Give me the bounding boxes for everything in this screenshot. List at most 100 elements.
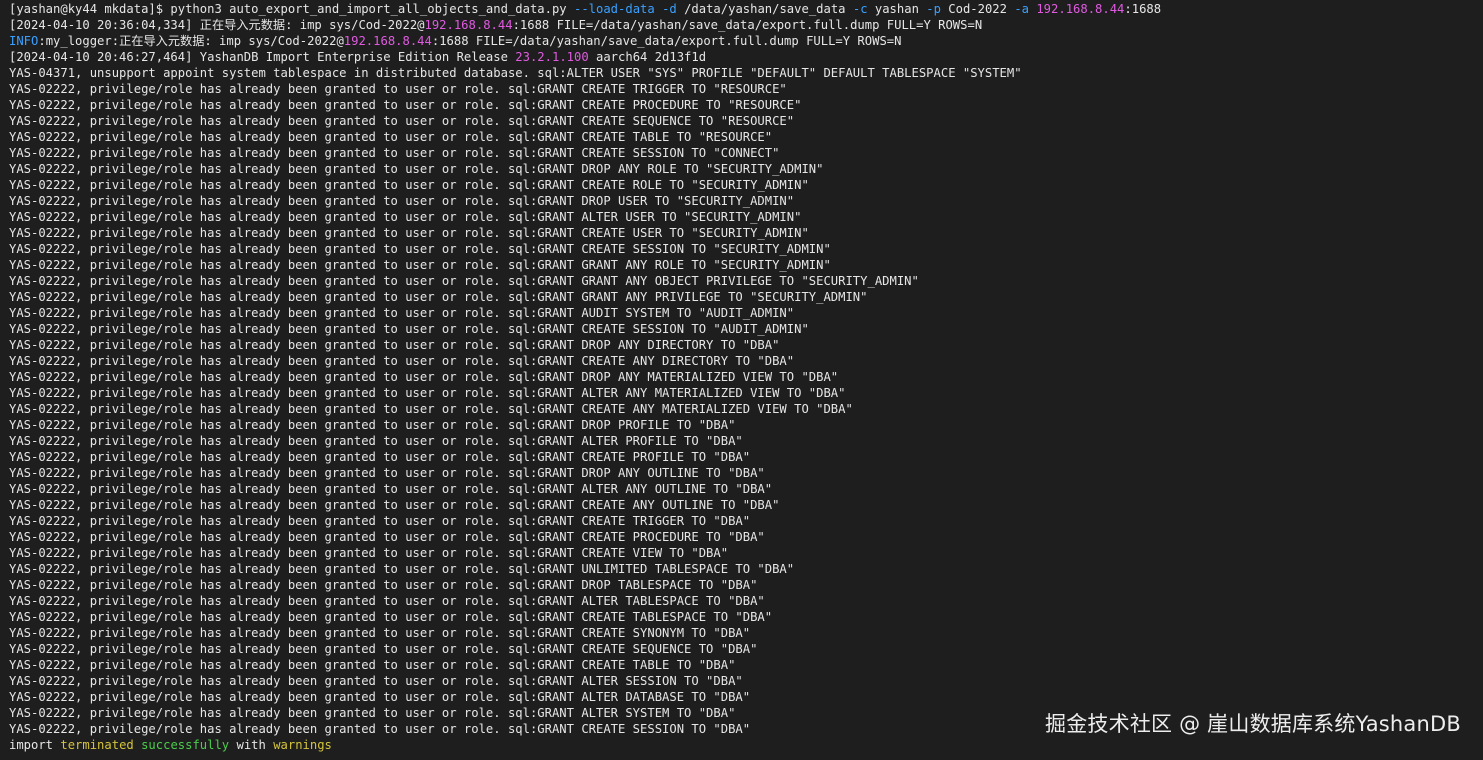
terminal-text: YAS-02222, privilege/role has already be… bbox=[9, 610, 773, 624]
terminal-line: INFO:my_logger:正在导入元数据: imp sys/Cod-2022… bbox=[9, 33, 1483, 49]
terminal-line: YAS-02222, privilege/role has already be… bbox=[9, 97, 1483, 113]
terminal-line: YAS-02222, privilege/role has already be… bbox=[9, 257, 1483, 273]
terminal-text: YAS-02222, privilege/role has already be… bbox=[9, 194, 795, 208]
terminal-text: YAS-02222, privilege/role has already be… bbox=[9, 338, 780, 352]
terminal-line: YAS-02222, privilege/role has already be… bbox=[9, 193, 1483, 209]
terminal-text: Cod-2022 bbox=[940, 2, 1015, 16]
terminal-line: [2024-04-10 20:46:27,464] YashanDB Impor… bbox=[9, 49, 1483, 65]
terminal-line: YAS-02222, privilege/role has already be… bbox=[9, 449, 1483, 465]
terminal-text: YAS-02222, privilege/role has already be… bbox=[9, 162, 824, 176]
terminal-text: YAS-02222, privilege/role has already be… bbox=[9, 306, 795, 320]
terminal-line: YAS-04371, unsupport appoint system tabl… bbox=[9, 65, 1483, 81]
terminal-text-option: -p bbox=[926, 2, 941, 16]
terminal-text: YAS-02222, privilege/role has already be… bbox=[9, 242, 831, 256]
watermark-label: 掘金技术社区 @ 崖山数据库系统YashanDB bbox=[1045, 712, 1461, 736]
terminal-text: YAS-02222, privilege/role has already be… bbox=[9, 626, 751, 640]
terminal-line: YAS-02222, privilege/role has already be… bbox=[9, 497, 1483, 513]
terminal-text: YAS-02222, privilege/role has already be… bbox=[9, 146, 780, 160]
terminal-text: YAS-02222, privilege/role has already be… bbox=[9, 226, 809, 240]
terminal-text: YAS-02222, privilege/role has already be… bbox=[9, 402, 853, 416]
terminal-text: YAS-02222, privilege/role has already be… bbox=[9, 354, 795, 368]
terminal-text: YAS-02222, privilege/role has already be… bbox=[9, 290, 868, 304]
terminal-text: YAS-02222, privilege/role has already be… bbox=[9, 722, 751, 736]
terminal-text: YAS-02222, privilege/role has already be… bbox=[9, 418, 736, 432]
terminal-text: [2024-04-10 20:46:27,464] YashanDB Impor… bbox=[9, 50, 516, 64]
terminal-text: YAS-02222, privilege/role has already be… bbox=[9, 386, 846, 400]
terminal-line: import terminated successfully with warn… bbox=[9, 737, 1483, 753]
terminal-line: YAS-02222, privilege/role has already be… bbox=[9, 625, 1483, 641]
terminal-text: YAS-02222, privilege/role has already be… bbox=[9, 178, 809, 192]
terminal-text: :my_logger:正在导入元数据: imp sys/Cod-2022@ bbox=[38, 34, 344, 48]
terminal-text: YAS-02222, privilege/role has already be… bbox=[9, 98, 802, 112]
terminal-line: YAS-02222, privilege/role has already be… bbox=[9, 401, 1483, 417]
terminal-text: YAS-02222, privilege/role has already be… bbox=[9, 546, 729, 560]
terminal-text: YAS-02222, privilege/role has already be… bbox=[9, 514, 751, 528]
terminal-text: :1688 FILE=/data/yashan/save_data/export… bbox=[512, 18, 983, 32]
terminal-text-success-green: successfully bbox=[141, 738, 230, 752]
terminal-line: YAS-02222, privilege/role has already be… bbox=[9, 673, 1483, 689]
terminal-line: [2024-04-10 20:36:04,334] 正在导入元数据: imp s… bbox=[9, 17, 1483, 33]
terminal-line: YAS-02222, privilege/role has already be… bbox=[9, 529, 1483, 545]
terminal-text: YAS-02222, privilege/role has already be… bbox=[9, 578, 758, 592]
terminal-line: YAS-02222, privilege/role has already be… bbox=[9, 129, 1483, 145]
terminal-text: YAS-02222, privilege/role has already be… bbox=[9, 434, 743, 448]
terminal-text-version: 23.2.1.100 bbox=[515, 50, 589, 64]
terminal-line: YAS-02222, privilege/role has already be… bbox=[9, 465, 1483, 481]
terminal-text: /data/yashan/save_data bbox=[676, 2, 853, 16]
terminal-text: :1688 FILE=/data/yashan/save_data/export… bbox=[431, 34, 902, 48]
terminal-line: YAS-02222, privilege/role has already be… bbox=[9, 561, 1483, 577]
terminal-line: YAS-02222, privilege/role has already be… bbox=[9, 113, 1483, 129]
terminal-text: YAS-02222, privilege/role has already be… bbox=[9, 690, 751, 704]
terminal-line: YAS-02222, privilege/role has already be… bbox=[9, 337, 1483, 353]
terminal-line: YAS-02222, privilege/role has already be… bbox=[9, 577, 1483, 593]
terminal-line: YAS-02222, privilege/role has already be… bbox=[9, 481, 1483, 497]
terminal-line: YAS-02222, privilege/role has already be… bbox=[9, 657, 1483, 673]
terminal-text: YAS-02222, privilege/role has already be… bbox=[9, 530, 765, 544]
terminal-line: YAS-02222, privilege/role has already be… bbox=[9, 417, 1483, 433]
terminal-line: YAS-02222, privilege/role has already be… bbox=[9, 609, 1483, 625]
terminal-line: YAS-02222, privilege/role has already be… bbox=[9, 81, 1483, 97]
terminal-line: YAS-02222, privilege/role has already be… bbox=[9, 145, 1483, 161]
terminal-line: YAS-02222, privilege/role has already be… bbox=[9, 545, 1483, 561]
terminal-line: [yashan@ky44 mkdata]$ python3 auto_expor… bbox=[9, 1, 1483, 17]
terminal-text-option: -a bbox=[1014, 2, 1029, 16]
terminal-text: YAS-02222, privilege/role has already be… bbox=[9, 322, 809, 336]
terminal-text: [2024-04-10 20:36:04,334] 正在导入元数据: imp s… bbox=[9, 18, 425, 32]
terminal-text: YAS-02222, privilege/role has already be… bbox=[9, 274, 919, 288]
terminal-text: YAS-02222, privilege/role has already be… bbox=[9, 482, 773, 496]
terminal-line: YAS-02222, privilege/role has already be… bbox=[9, 369, 1483, 385]
terminal-text: with bbox=[229, 738, 274, 752]
terminal-line: YAS-02222, privilege/role has already be… bbox=[9, 593, 1483, 609]
terminal-line: YAS-02222, privilege/role has already be… bbox=[9, 641, 1483, 657]
terminal-text-option: -c bbox=[852, 2, 868, 16]
terminal-text: YAS-02222, privilege/role has already be… bbox=[9, 706, 736, 720]
terminal-line: YAS-02222, privilege/role has already be… bbox=[9, 273, 1483, 289]
terminal-text: YAS-02222, privilege/role has already be… bbox=[9, 674, 743, 688]
terminal-text: YAS-02222, privilege/role has already be… bbox=[9, 658, 736, 672]
terminal-output[interactable]: [yashan@ky44 mkdata]$ python3 auto_expor… bbox=[0, 0, 1483, 760]
terminal-text-ip-address: 192.168.8.44 bbox=[1036, 2, 1125, 16]
terminal-text-option: -d bbox=[662, 2, 677, 16]
terminal-text-option: --load-data bbox=[574, 2, 655, 16]
terminal-text: YAS-02222, privilege/role has already be… bbox=[9, 450, 751, 464]
terminal-line: YAS-02222, privilege/role has already be… bbox=[9, 689, 1483, 705]
terminal-line: YAS-02222, privilege/role has already be… bbox=[9, 433, 1483, 449]
terminal-line: YAS-02222, privilege/role has already be… bbox=[9, 225, 1483, 241]
terminal-text: YAS-04371, unsupport appoint system tabl… bbox=[9, 66, 1022, 80]
terminal-text: YAS-02222, privilege/role has already be… bbox=[9, 498, 780, 512]
terminal-text-warning-yellow: warnings bbox=[273, 738, 332, 752]
terminal-line: YAS-02222, privilege/role has already be… bbox=[9, 321, 1483, 337]
terminal-text: YAS-02222, privilege/role has already be… bbox=[9, 562, 795, 576]
terminal-text-warning-yellow: terminated bbox=[60, 738, 134, 752]
terminal-text: aarch64 2d13f1d bbox=[588, 50, 707, 64]
terminal-text: YAS-02222, privilege/role has already be… bbox=[9, 82, 787, 96]
terminal-text: YAS-02222, privilege/role has already be… bbox=[9, 370, 839, 384]
terminal-text: YAS-02222, privilege/role has already be… bbox=[9, 642, 758, 656]
terminal-text-ip-address: 192.168.8.44 bbox=[424, 18, 513, 32]
terminal-text: YAS-02222, privilege/role has already be… bbox=[9, 466, 765, 480]
terminal-text: yashan bbox=[867, 2, 927, 16]
terminal-line: YAS-02222, privilege/role has already be… bbox=[9, 353, 1483, 369]
terminal-text: YAS-02222, privilege/role has already be… bbox=[9, 594, 765, 608]
